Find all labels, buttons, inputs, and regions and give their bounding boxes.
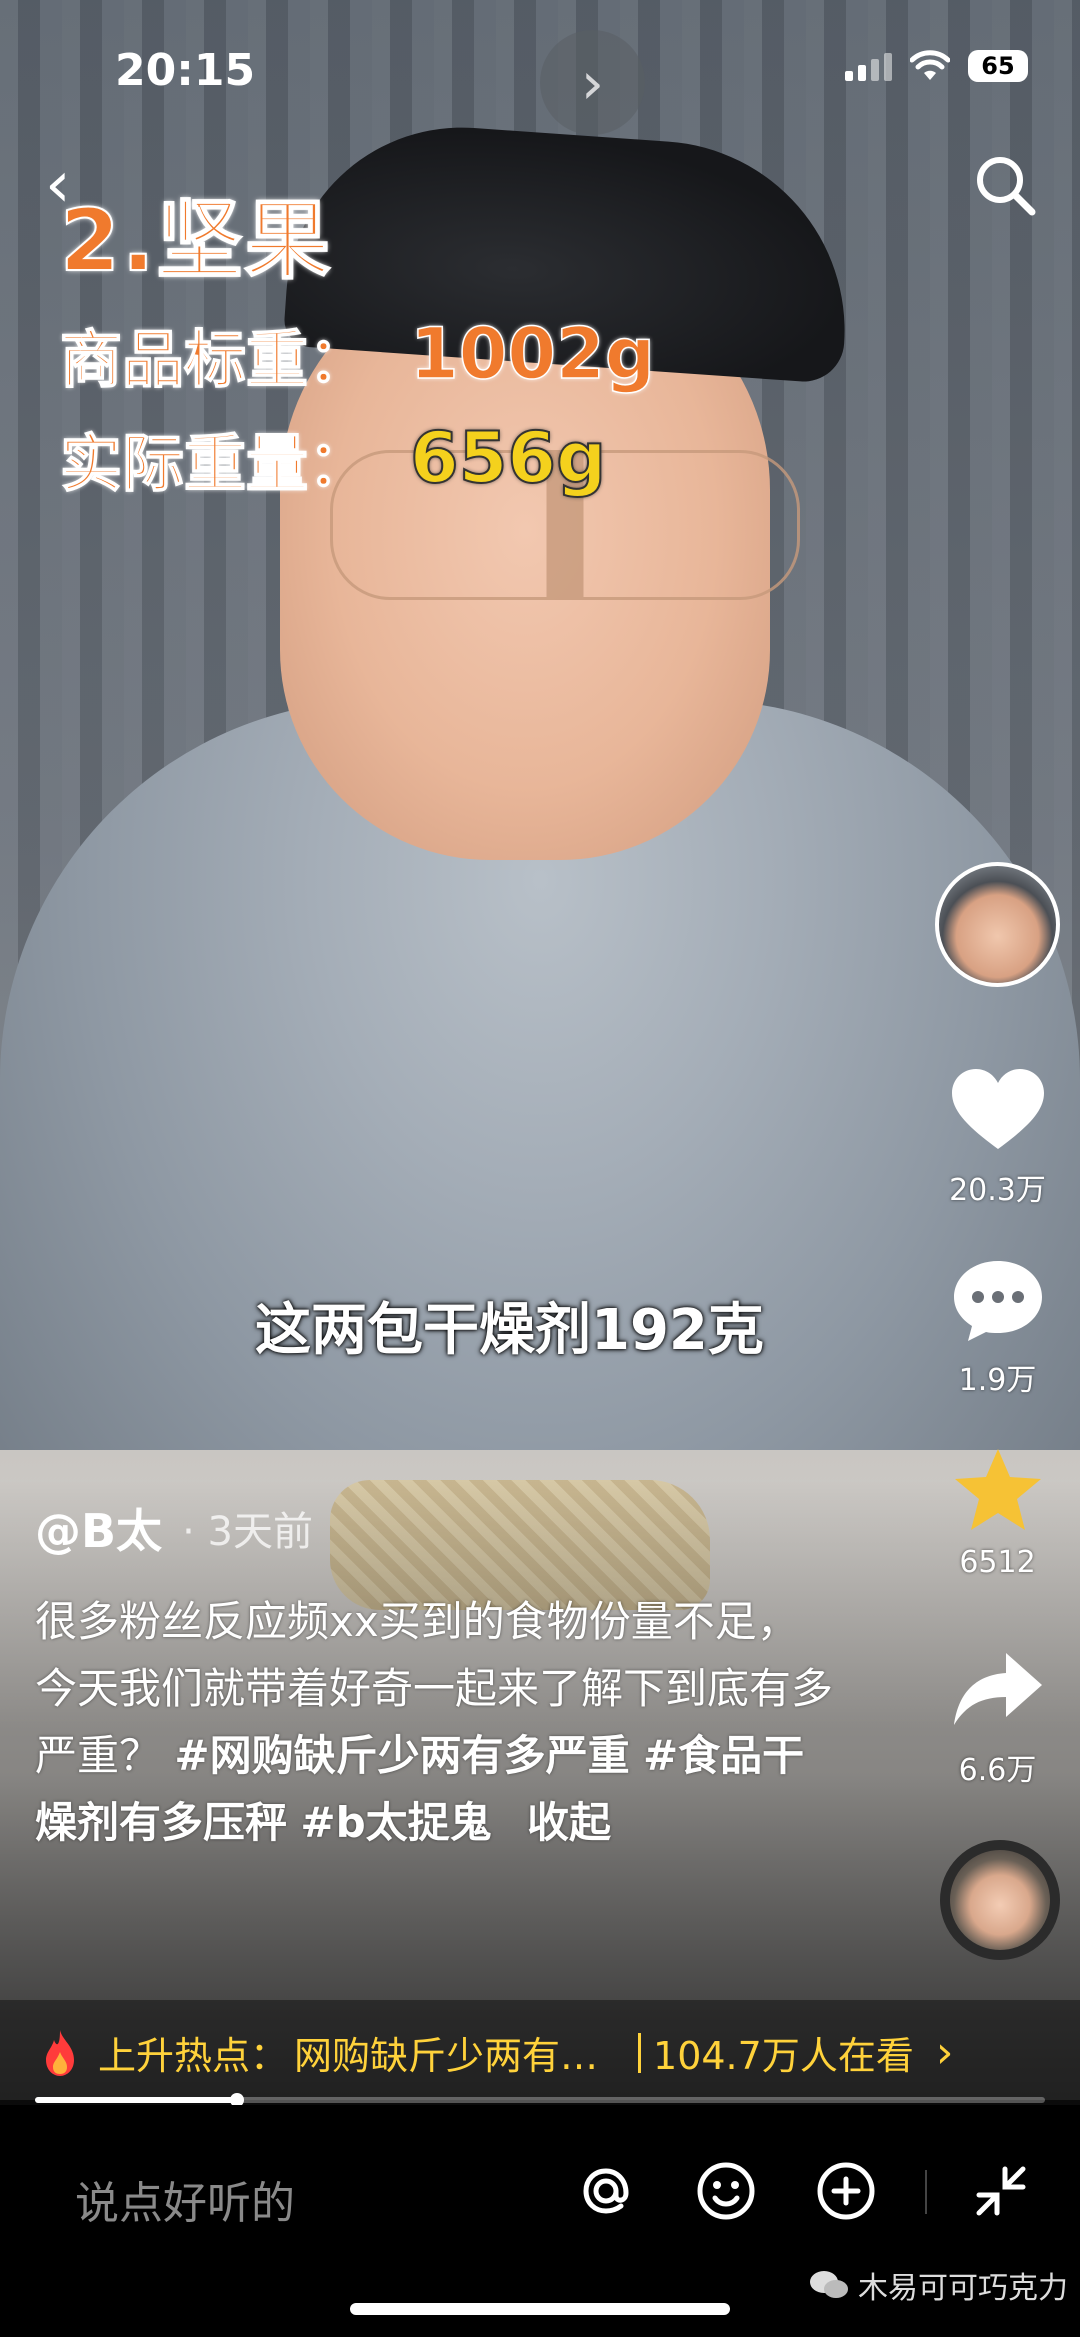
like-count: 20.3万	[949, 1173, 1046, 1208]
favorite-count: 6512	[959, 1545, 1036, 1580]
wifi-icon	[910, 50, 950, 80]
overlay-label-actual: 实际重量：	[59, 426, 371, 501]
share-button[interactable]: 6.6万	[935, 1645, 1060, 1789]
share-count: 6.6万	[958, 1753, 1037, 1788]
fire-icon	[46, 2029, 74, 2076]
hot-topic-title: 网购缺斤少两有…	[294, 2034, 599, 2078]
hot-topic-viewers: 104.7万人在看	[653, 2034, 914, 2078]
heart-icon	[951, 1069, 1044, 1149]
creator-avatar[interactable]	[935, 862, 1060, 987]
add-icon[interactable]	[810, 2155, 882, 2227]
overlay-line-label-weight: 商品标重： 1002g	[59, 309, 655, 399]
favorite-button[interactable]: 6512	[935, 1445, 1060, 1580]
author-row: @B太 · 3天前	[35, 1495, 313, 1561]
overlay-value-weight: 1002g	[409, 312, 655, 396]
status-icons: 65	[845, 50, 1028, 82]
collapse-caption-link[interactable]: 收起	[527, 1798, 611, 1847]
emoji-icon[interactable]	[690, 2155, 762, 2227]
overlay-line-actual-weight: 实际重量： 656g	[59, 413, 655, 503]
share-icon	[953, 1653, 1042, 1725]
watermark-text: 木易可可巧克力	[858, 2271, 1068, 2306]
playback-progress-bar[interactable]	[35, 2093, 1045, 2107]
author-name[interactable]: @B太	[35, 1495, 162, 1561]
home-indicator[interactable]	[350, 2303, 730, 2315]
chevron-right-icon: ›	[935, 2027, 954, 2078]
hashtag[interactable]: #b太捉鬼	[300, 1798, 491, 1847]
comment-bar-divider	[925, 2170, 927, 2214]
battery-icon: 65	[968, 50, 1028, 82]
post-time: · 3天前	[182, 1509, 313, 1555]
wechat-icon	[810, 2271, 848, 2298]
playback-progress-fill	[35, 2097, 237, 2103]
at-icon[interactable]	[570, 2155, 642, 2227]
post-caption: 很多粉丝反应频xx买到的食物份量不足，今天我们就带着好奇一起来了解下到底有多严重…	[35, 1588, 835, 1856]
video-overlay-text: 2.坚果 商品标重： 1002g 实际重量： 656g	[59, 170, 656, 503]
hot-topic-bar[interactable]: 上升热点： 网购缺斤少两有… 104.7万人在看 ›	[0, 2000, 1080, 2105]
comment-input[interactable]: 说点好听的	[75, 2167, 295, 2231]
overlay-value-actual: 656g	[409, 416, 607, 500]
video-subtitle: 这两包干燥剂192克	[255, 1298, 764, 1363]
collapse-icon[interactable]	[965, 2155, 1037, 2227]
status-time: 20:15	[115, 45, 256, 96]
comment-count: 1.9万	[958, 1363, 1037, 1398]
comment-button[interactable]: 1.9万	[935, 1255, 1060, 1399]
comment-icon	[953, 1261, 1042, 1341]
watermark: 木易可可巧克力	[808, 2263, 1068, 2307]
search-icon[interactable]	[970, 150, 1040, 220]
comment-bar: 说点好听的 木易可可巧克力	[0, 2105, 1080, 2337]
music-disc-avatar[interactable]	[940, 1840, 1060, 1960]
signal-icon	[845, 51, 892, 81]
next-icon[interactable]: ›	[540, 30, 645, 135]
hot-topic-separator	[638, 2032, 642, 2073]
overlay-title: 2.坚果	[59, 190, 333, 292]
hot-topic-label: 上升热点：	[98, 2034, 289, 2078]
overlay-label-weight: 商品标重：	[59, 322, 371, 397]
star-icon	[954, 1449, 1041, 1530]
hashtag[interactable]: #网购缺斤少两有多严重	[174, 1731, 629, 1780]
like-button[interactable]: 20.3万	[935, 1065, 1060, 1209]
